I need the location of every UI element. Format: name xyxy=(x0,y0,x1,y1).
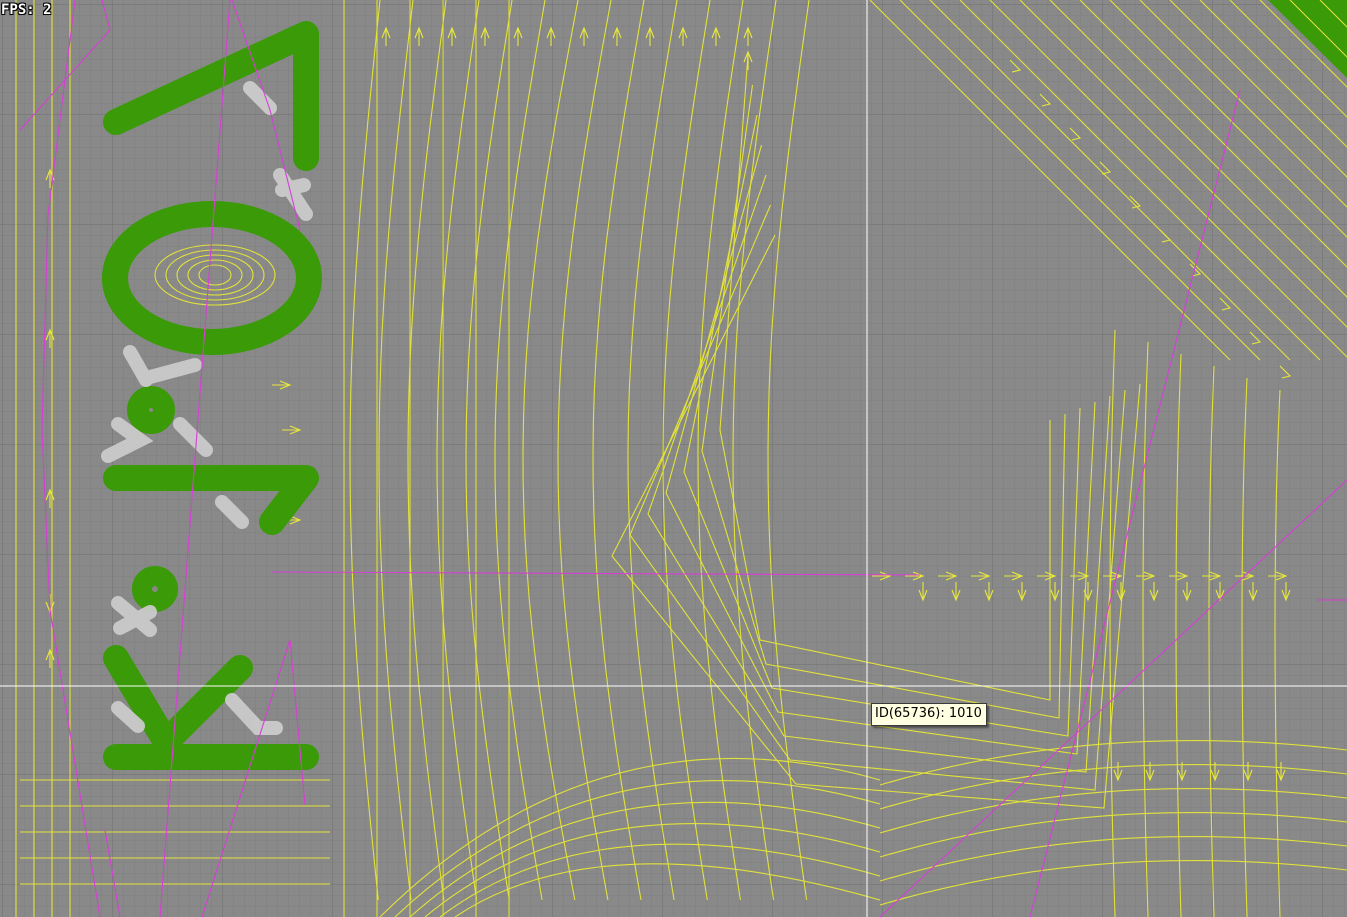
hover-tooltip: ID(65736): 1010 xyxy=(871,703,987,726)
glyph-dot-lower xyxy=(132,566,178,612)
cam-viewport[interactable]: FPS: 2 ID(65736): 1010 xyxy=(0,0,1347,917)
toolpath-scene[interactable] xyxy=(0,0,1347,917)
glyph-dot-upper xyxy=(127,386,175,434)
